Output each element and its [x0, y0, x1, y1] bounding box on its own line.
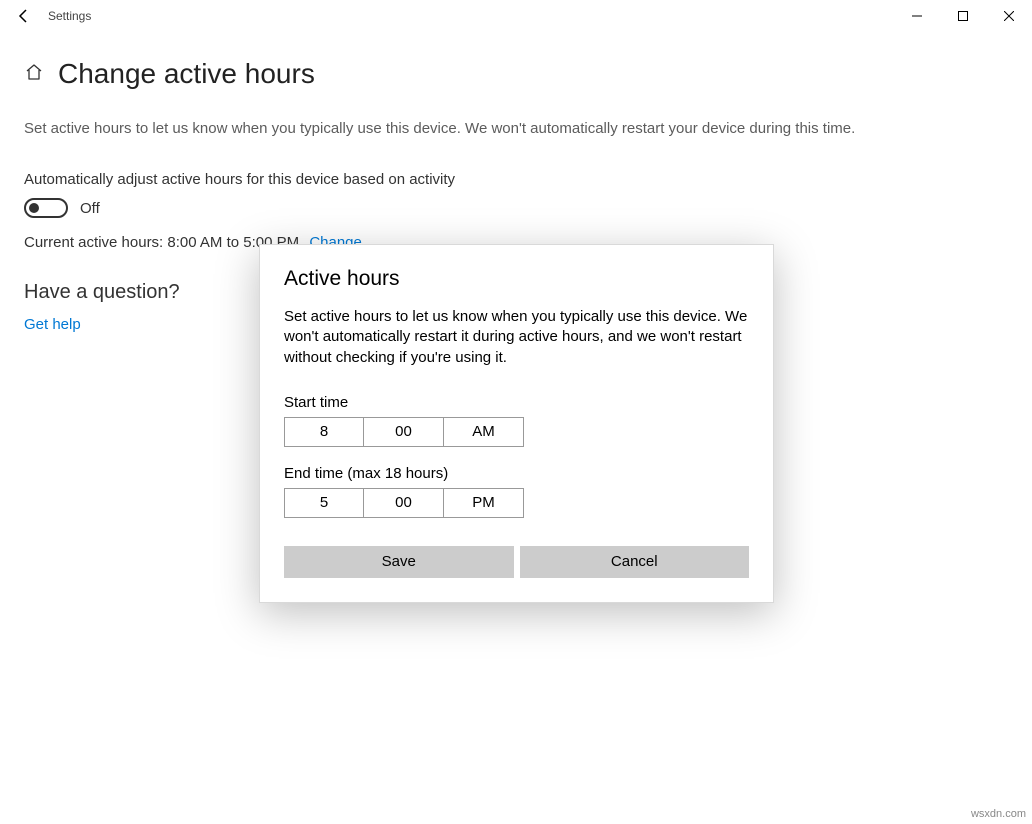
window-controls: [894, 0, 1032, 32]
start-hour[interactable]: 8: [284, 417, 364, 447]
watermark: wsxdn.com: [971, 808, 1026, 820]
toggle-knob: [29, 203, 39, 213]
dialog-description: Set active hours to let us know when you…: [284, 307, 749, 368]
save-button[interactable]: Save: [284, 546, 514, 578]
arrow-left-icon: [16, 8, 32, 24]
titlebar: Settings: [0, 0, 1032, 32]
end-time-label: End time (max 18 hours): [284, 465, 749, 482]
minimize-button[interactable]: [894, 0, 940, 32]
auto-adjust-toggle[interactable]: [24, 198, 68, 218]
start-ampm[interactable]: AM: [444, 417, 524, 447]
page-title: Change active hours: [58, 58, 315, 90]
maximize-icon: [958, 11, 968, 21]
auto-adjust-label: Automatically adjust active hours for th…: [24, 171, 1008, 188]
end-time-picker[interactable]: 5 00 PM: [284, 488, 749, 518]
dialog-title: Active hours: [284, 267, 749, 291]
start-minute[interactable]: 00: [364, 417, 444, 447]
page-description: Set active hours to let us know when you…: [24, 120, 1008, 137]
app-title: Settings: [48, 9, 91, 23]
toggle-state-text: Off: [80, 200, 100, 217]
end-ampm[interactable]: PM: [444, 488, 524, 518]
close-icon: [1004, 11, 1014, 21]
maximize-button[interactable]: [940, 0, 986, 32]
minimize-icon: [912, 11, 922, 21]
end-minute[interactable]: 00: [364, 488, 444, 518]
home-icon[interactable]: [24, 62, 44, 87]
start-time-label: Start time: [284, 394, 749, 411]
current-hours-text: Current active hours: 8:00 AM to 5:00 PM: [24, 234, 299, 251]
close-button[interactable]: [986, 0, 1032, 32]
back-button[interactable]: [0, 0, 48, 32]
cancel-button[interactable]: Cancel: [520, 546, 750, 578]
end-hour[interactable]: 5: [284, 488, 364, 518]
start-time-picker[interactable]: 8 00 AM: [284, 417, 749, 447]
active-hours-dialog: Active hours Set active hours to let us …: [259, 244, 774, 603]
